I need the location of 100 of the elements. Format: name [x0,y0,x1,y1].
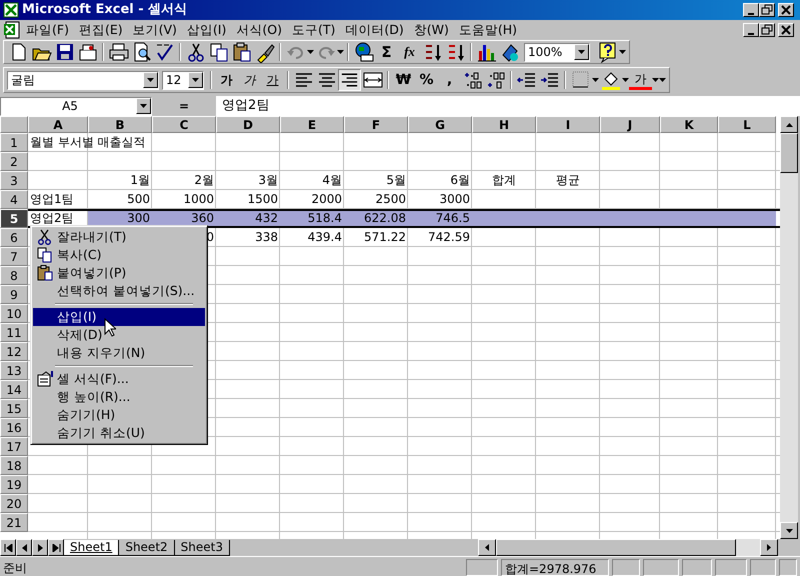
menu-item[interactable]: 삭제(D) [33,326,205,344]
caret-icon[interactable] [337,50,344,54]
row-header[interactable]: 16 [0,418,28,437]
caret-icon[interactable] [307,50,314,54]
menu-item[interactable]: 편집(E) [74,20,128,40]
bold-button[interactable]: 가 [215,69,238,91]
workbook-close-button[interactable] [778,23,794,37]
sheet-tab[interactable]: Sheet2 [119,540,175,556]
window-close-button[interactable] [778,3,794,17]
menu-item[interactable]: 선택하여 붙여넣기(S)... [33,282,205,300]
scroll-up-button[interactable] [780,116,798,133]
column-header[interactable]: B [88,116,152,133]
comma-button[interactable]: , [438,69,461,91]
autosum-button[interactable]: Σ [375,41,398,63]
menu-item[interactable]: 창(W) [408,20,454,40]
scrollbar-thumb[interactable] [496,539,736,556]
function-button[interactable]: fx [398,41,421,63]
align-right-button[interactable] [338,69,361,91]
menu-item[interactable]: 복사(C) [33,246,205,264]
menu-item[interactable]: 도움말(H) [454,20,522,40]
menu-item[interactable]: 숨기기(H) [33,406,205,424]
row-header[interactable]: 14 [0,380,28,399]
menu-item[interactable]: 도구(T) [286,20,340,40]
menu-item[interactable]: 삽입(I) [33,308,205,326]
menu-item[interactable]: 셀 서식(F)... [33,370,205,388]
scroll-down-button[interactable] [780,522,798,539]
printer-button[interactable] [107,41,130,63]
column-header[interactable]: J [600,116,660,133]
row-header[interactable]: 6 [0,228,28,247]
caret-icon[interactable] [592,78,599,82]
more-caret-icon[interactable] [659,78,666,82]
font-combo[interactable]: 굴림 [7,70,159,90]
workbook-icon[interactable] [3,21,21,39]
menu-item[interactable]: 서식(O) [231,20,287,40]
row-header[interactable]: 20 [0,494,28,513]
formula-field[interactable]: 영업2팀 [216,96,800,116]
row-header[interactable]: 3 [0,171,28,190]
menu-item[interactable]: 보기(V) [128,20,182,40]
row-header[interactable]: 9 [0,285,28,304]
font-color-button[interactable]: 가 [629,70,652,90]
column-header[interactable]: D [216,116,280,133]
scroll-left-button[interactable] [478,539,496,556]
menu-item[interactable]: 행 높이(R)... [33,388,205,406]
row-header[interactable]: 12 [0,342,28,361]
row-header[interactable]: 7 [0,247,28,266]
scrollbar-thumb[interactable] [780,133,798,173]
column-header[interactable]: C [152,116,216,133]
column-header[interactable]: L [718,116,776,133]
menu-item[interactable]: 붙여넣기(P) [33,264,205,282]
menu-item[interactable]: 데이터(D) [340,20,409,40]
menu-item[interactable]: 내용 지우기(N) [33,344,205,362]
menu-item[interactable]: 삽입(I) [182,20,232,40]
caret-icon[interactable] [622,78,629,82]
first-sheet-button[interactable] [0,539,16,556]
formula-equals-button[interactable]: = [152,96,216,116]
font-size-combo[interactable]: 12 [162,70,204,90]
column-header[interactable]: A [28,116,88,133]
scroll-right-button[interactable] [760,539,778,556]
caret-icon[interactable] [652,78,659,82]
row-header[interactable]: 2 [0,152,28,171]
menu-item[interactable]: 잘라내기(T) [33,228,205,246]
select-all-button[interactable] [0,116,28,133]
column-header[interactable]: E [280,116,344,133]
next-sheet-button[interactable] [32,539,48,556]
sheet-tab[interactable]: Sheet3 [174,540,230,556]
row-header[interactable]: 8 [0,266,28,285]
percent-button[interactable]: % [415,69,438,91]
caret-icon [578,50,585,54]
row-header[interactable]: 19 [0,475,28,494]
sheet-tab[interactable]: Sheet1 [64,540,120,556]
workbook-restore-button[interactable] [759,23,775,37]
zoom-combo[interactable]: 100% [524,42,590,62]
column-header[interactable]: K [660,116,718,133]
previous-sheet-button[interactable] [16,539,32,556]
row-header[interactable]: 17 [0,437,28,456]
column-header[interactable]: F [344,116,408,133]
column-header[interactable]: H [472,116,536,133]
row-header[interactable]: 5 [0,209,28,228]
row-header[interactable]: 13 [0,361,28,380]
workbook-minimize-button[interactable] [743,23,759,37]
underline-button[interactable]: 가 [261,69,284,91]
column-header[interactable]: I [536,116,600,133]
row-header[interactable]: 15 [0,399,28,418]
name-box[interactable]: A5 [0,96,152,116]
currency-button[interactable]: ₩ [392,69,415,91]
row-header[interactable]: 18 [0,456,28,475]
table-cell: 6월 [450,173,470,188]
row-header[interactable]: 4 [0,190,28,209]
row-header[interactable]: 10 [0,304,28,323]
more-caret-icon[interactable] [619,50,626,54]
column-header[interactable]: G [408,116,472,133]
row-header[interactable]: 1 [0,133,28,152]
menu-item[interactable]: 파일(F) [21,20,74,40]
italic-button[interactable]: 가 [238,69,261,91]
last-sheet-button[interactable] [48,539,64,556]
row-header[interactable]: 21 [0,513,28,532]
row-header[interactable]: 11 [0,323,28,342]
window-minimize-button[interactable] [743,3,759,17]
menu-item[interactable]: 숨기기 취소(U) [33,424,205,442]
window-restore-button[interactable] [759,3,775,17]
